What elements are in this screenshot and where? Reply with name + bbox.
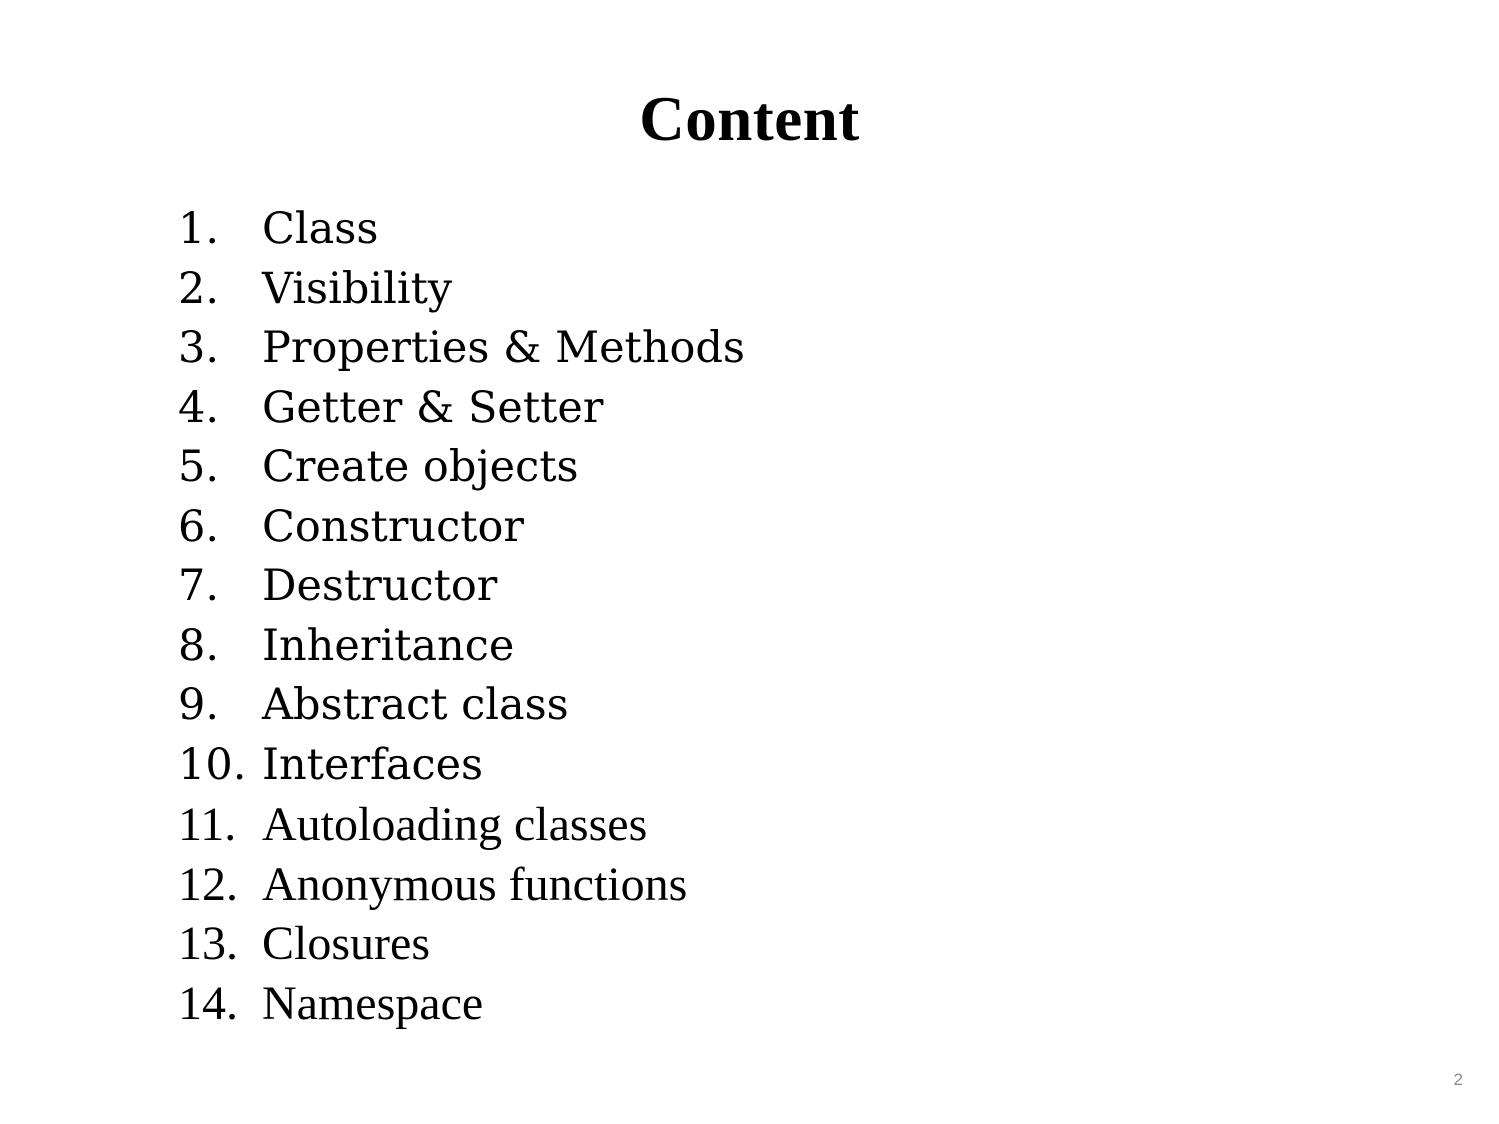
list-item-label: Destructor [262,561,498,611]
list-item[interactable]: 2. Visibility [178,260,1278,320]
list-item[interactable]: 12. Anonymous functions [178,855,1278,915]
content-list: 1. Class 2. Visibility 3. Properties & M… [178,200,1278,1033]
list-item-label: Class [262,204,379,254]
list-item-label: Interfaces [262,739,484,790]
slide: Content 1. Class 2. Visibility 3. Proper… [0,0,1499,1124]
list-item[interactable]: 7. Destructor [178,557,1278,617]
list-item-label: Anonymous functions [262,857,688,911]
list-item[interactable]: 8. Inheritance [178,617,1278,677]
list-item[interactable]: 6. Constructor [178,498,1278,558]
list-item-label: Constructor [262,501,524,552]
list-item-number: 12. [178,857,238,911]
list-item[interactable]: 5. Create objects [178,438,1278,498]
list-item[interactable]: 9. Abstract class [178,676,1278,736]
list-item-label: Inheritance [262,620,515,671]
list-item-number: 13. [178,917,238,970]
list-item[interactable]: 3. Properties & Methods [178,319,1278,379]
list-item[interactable]: 13. Closures [178,914,1278,974]
list-item-label: Abstract class [262,680,569,730]
list-item-number: 8. [178,620,220,671]
list-item[interactable]: 10. Interfaces [178,736,1278,796]
list-item-label: Create objects [262,442,579,492]
page-title: Content [639,84,860,154]
list-item-number: 6. [178,501,220,552]
list-item-label: Properties & Methods [262,323,745,373]
list-item-label: Getter & Setter [262,382,604,433]
list-item-number: 9. [178,680,220,730]
list-item-number: 1. [178,204,220,254]
list-item-number: 5. [178,442,220,492]
list-item-number: 3. [178,323,220,373]
list-item[interactable]: 11. Autoloading classes [178,795,1278,855]
list-item[interactable]: 4. Getter & Setter [178,379,1278,439]
list-item-number: 2. [178,263,220,314]
list-item-number: 7. [178,561,220,611]
list-item-label: Autoloading classes [262,798,648,851]
list-item-number: 10. [178,739,247,790]
list-item-number: 14. [178,976,238,1030]
list-item-label: Visibility [262,263,453,314]
list-item-number: 4. [178,382,220,433]
page-number: 2 [1453,1070,1463,1089]
list-item[interactable]: 1. Class [178,200,1278,260]
list-item[interactable]: 14. Namespace [178,974,1278,1034]
list-item-label: Namespace [262,976,484,1030]
list-item-label: Closures [262,917,430,970]
list-item-number: 11. [178,798,237,851]
